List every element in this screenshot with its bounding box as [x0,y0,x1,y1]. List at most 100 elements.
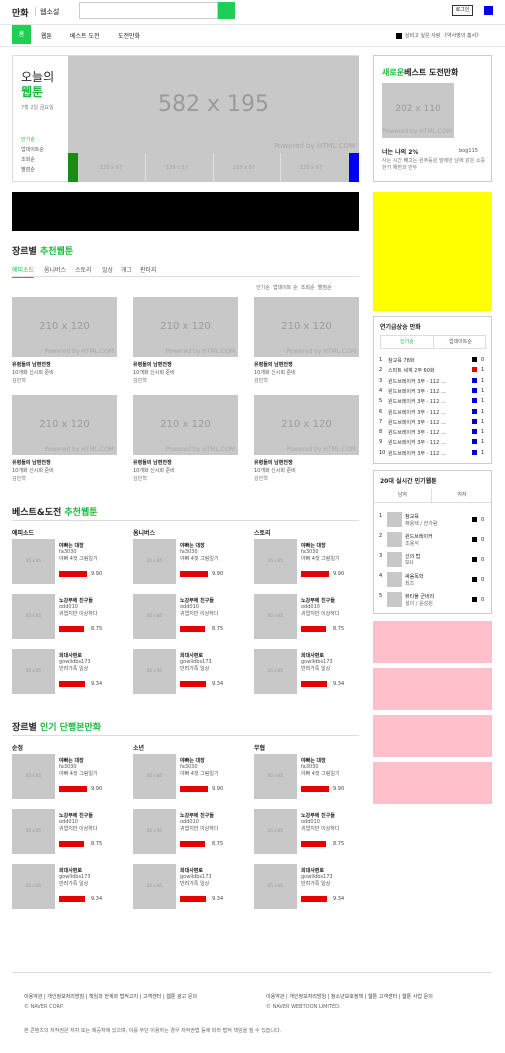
new-best-image[interactable]: 202 x 110 Powered by HTML.COM [382,83,454,138]
new-best-name[interactable]: 너는 나의 2% [382,147,418,156]
ad-pink-3[interactable] [373,715,492,757]
rising-item-title[interactable]: 윈드브레이커 3부 · 112 ... [388,450,470,457]
realtime-list-item[interactable]: 3 신의 탑 SIU 0 [379,551,487,569]
comic-list-item[interactable]: 85 x 85 노강부에 친구들 odd010 귀엽지만 이상하다 8.75 [254,809,359,854]
realtime-list-item[interactable]: 5 뷰티풀 군바리 설이 / 윤성원 0 [379,591,487,609]
comic-thumbnail[interactable]: 85 x 85 [12,594,55,639]
realtime-item-title[interactable]: 윈드브레이커 [405,533,467,540]
comic-title[interactable]: 노강부에 친구들 [59,597,93,604]
comic-list-item[interactable]: 85 x 85 희대사편로 gowlldbs173 반려가족 일상 9.34 [12,649,117,694]
rising-item-title[interactable]: 윈드브레이커 3부 · 112 ... [388,439,470,446]
rising-tab-popular[interactable]: 인기순 [381,336,434,348]
genre-card[interactable]: 210 x 120 Powered by HTML.COM 유령들의 남편전쟁 10개… [12,395,117,485]
comic-list-item[interactable]: 85 x 85 야빠는 대장 fa3030 야빠 4컷 그림일기 9.90 [254,754,359,799]
rising-item-title[interactable]: 윈드브레이커 3부 · 112 ... [388,429,470,436]
comic-title[interactable]: 야빠는 대장 [180,542,205,549]
genre-card-thumbnail[interactable]: 210 x 120 Powered by HTML.COM [133,395,238,455]
tab-best-challenge[interactable]: 베스트 도전 [70,31,100,40]
rising-list-item[interactable]: 3 윈드브레이커 3부 · 112 ... 1 [379,377,487,386]
rising-list-item[interactable]: 8 윈드브레이커 3부 · 112 ... 1 [379,428,487,437]
comic-thumbnail[interactable]: 85 x 85 [254,539,297,584]
genre-card-title[interactable]: 유령들의 남편전쟁 [133,361,172,368]
genre-tab-gag[interactable]: 개그 [121,265,132,274]
realtime-thumbnail[interactable] [387,532,402,547]
realtime-item-title[interactable]: 참교육 [405,513,467,520]
genre-card-thumbnail[interactable]: 210 x 120 Powered by HTML.COM [254,395,359,455]
realtime-item-title[interactable]: 싸움독학 [405,573,467,580]
filter-views[interactable]: 조회순 [21,156,35,163]
thumb-3[interactable]: 125 x 57 [215,153,281,182]
comic-title[interactable]: 노강부에 친구들 [301,597,335,604]
comic-title[interactable]: 희대사편로 [59,867,82,874]
comic-thumbnail[interactable]: 85 x 85 [12,754,55,799]
comic-list-item[interactable]: 85 x 85 희대사편로 gowlldbs173 반려가족 일상 9.34 [254,864,359,909]
realtime-item-title[interactable]: 뷰티풀 군바리 [405,593,467,600]
comic-list-item[interactable]: 85 x 85 노강부에 친구들 odd010 귀엽지만 이상하다 8.75 [133,809,238,854]
sort-views[interactable]: 조회순 [301,285,315,291]
comic-list-item[interactable]: 85 x 85 희대사편로 gowlldbs173 반려가족 일상 9.34 [133,864,238,909]
genre-card-thumbnail[interactable]: 210 x 120 Powered by HTML.COM [133,297,238,357]
comic-title[interactable]: 노강부에 친구들 [301,812,335,819]
comic-title[interactable]: 야빠는 대장 [59,542,84,549]
rising-item-title[interactable]: 참교육 78화 [388,357,470,364]
genre-card-thumbnail[interactable]: 210 x 120 Powered by HTML.COM [12,395,117,455]
comic-title[interactable]: 야빠는 대장 [301,757,326,764]
genre-card[interactable]: 210 x 120 Powered by HTML.COM 유령들의 남편전쟁 10개… [12,297,117,387]
realtime-tab-male[interactable]: 남자 [374,489,432,502]
rising-tab-update[interactable]: 업데이트순 [434,336,487,348]
genre-card[interactable]: 210 x 120 Powered by HTML.COM 유령들의 남편전쟁 10개… [254,395,359,485]
realtime-thumbnail[interactable] [387,552,402,567]
genre-card-title[interactable]: 유령들의 남편전쟁 [12,459,51,466]
rising-list-item[interactable]: 2 스마트 세계 2부 60화 1 [379,366,487,375]
realtime-list-item[interactable]: 4 싸움독학 최츠 0 [379,571,487,589]
search-button[interactable] [218,2,235,19]
sort-rating[interactable]: 별점순 [318,285,332,291]
comic-thumbnail[interactable]: 85 x 85 [12,539,55,584]
today-banner-image[interactable]: 582 x 195 Powered by HTML.COM [68,56,359,153]
realtime-thumbnail[interactable] [387,512,402,527]
sort-popular[interactable]: 인기순 [256,285,270,291]
comic-thumbnail[interactable]: 85 x 85 [133,649,176,694]
comic-thumbnail[interactable]: 85 x 85 [12,649,55,694]
rising-item-title[interactable]: 윈드브레이커 3부 · 112 ... [388,398,470,405]
comic-list-item[interactable]: 85 x 85 야빠는 대장 fa3030 야빠 4컷 그림일기 9.90 [12,754,117,799]
ad-pink-4[interactable] [373,762,492,804]
thumb-4[interactable]: 125 x 57 [282,153,348,182]
comic-list-item[interactable]: 85 x 85 노강부에 친구들 odd010 귀엽지만 이상하다 8.75 [133,594,238,639]
filter-update[interactable]: 업데이트순 [21,146,44,153]
realtime-thumbnail[interactable] [387,592,402,607]
footer-links-right[interactable]: 이용약관 | 개인정보처리방침 | 청소년보호정책 | 웹툰 고객센터 | 웹툰… [266,993,492,1000]
realtime-item-title[interactable]: 신의 탑 [405,553,467,560]
genre-card-title[interactable]: 유령들의 남편전쟁 [12,361,51,368]
genre-tab-omnibus[interactable]: 옴니버스 [44,265,66,274]
comic-title[interactable]: 야빠는 대장 [59,757,84,764]
genre-card-thumbnail[interactable]: 210 x 120 Powered by HTML.COM [12,297,117,357]
genre-card-title[interactable]: 유령들의 남편전쟁 [254,361,293,368]
realtime-thumbnail[interactable] [387,572,402,587]
comic-title[interactable]: 희대사편로 [301,652,324,659]
comic-thumbnail[interactable]: 85 x 85 [254,809,297,854]
comic-list-item[interactable]: 85 x 85 야빠는 대장 fa3030 야빠 4컷 그림일기 9.90 [12,539,117,584]
login-button[interactable]: 로그인 [452,5,473,16]
comic-list-item[interactable]: 85 x 85 노강부에 친구들 odd010 귀엽지만 이상하다 8.75 [12,594,117,639]
comic-list-item[interactable]: 85 x 85 희대사편로 gowlldbs173 반려가족 일상 9.34 [12,864,117,909]
comic-list-item[interactable]: 85 x 85 야빠는 대장 fa3030 야빠 4컷 그림일기 9.90 [133,539,238,584]
genre-tab-daily[interactable]: 일상 [102,265,113,274]
genre-card[interactable]: 210 x 120 Powered by HTML.COM 유령들의 남편전쟁 10개… [133,395,238,485]
rising-item-title[interactable]: 윈드브레이커 3부 · 112 ... [388,419,470,426]
comic-thumbnail[interactable]: 85 x 85 [133,754,176,799]
genre-card-title[interactable]: 유령들의 남편전쟁 [133,459,172,466]
comic-thumbnail[interactable]: 85 x 85 [12,864,55,909]
comic-title[interactable]: 희대사편로 [301,867,324,874]
search-input[interactable] [79,2,218,19]
thumb-2[interactable]: 125 x 57 [148,153,214,182]
comic-thumbnail[interactable]: 85 x 85 [12,809,55,854]
comic-list-item[interactable]: 85 x 85 노강부에 친구들 odd010 귀엽지만 이상하다 8.75 [12,809,117,854]
rising-item-title[interactable]: 윈드브레이커 3부 · 112 ... [388,409,470,416]
rising-item-title[interactable]: 윈드브레이커 3부 · 112 ... [388,378,470,385]
ad-banner-black[interactable] [12,192,359,231]
comic-title[interactable]: 야빠는 대장 [301,542,326,549]
comic-title[interactable]: 야빠는 대장 [180,757,205,764]
ad-banner-yellow[interactable] [373,192,492,311]
tab-webtoon[interactable]: 웹툰 [41,31,52,40]
